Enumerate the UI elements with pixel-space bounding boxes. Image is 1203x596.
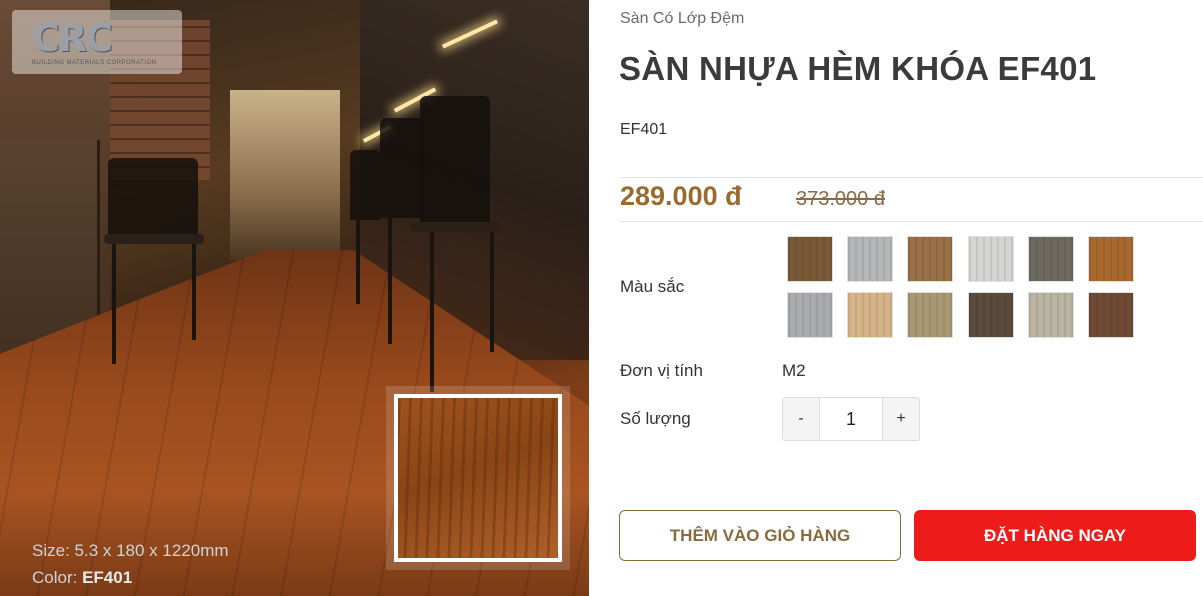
image-caption-color: Color: EF401 — [32, 568, 132, 588]
image-bar-stool-leg — [490, 232, 494, 352]
color-swatch-natural-maple[interactable] — [847, 292, 893, 338]
color-swatch-honey-oak[interactable] — [1088, 236, 1134, 282]
texture-swatch-overlay — [386, 386, 570, 570]
product-image[interactable]: CRC BUILDING MATERIALS CORPORATION Size:… — [0, 0, 589, 596]
image-caption-size: Size: 5.3 x 180 x 1220mm — [32, 541, 229, 560]
divider — [620, 177, 1203, 178]
unit-value: M2 — [782, 361, 806, 380]
color-swatch-rustic-brown[interactable] — [1088, 292, 1134, 338]
unit-label: Đơn vị tính — [620, 361, 703, 380]
price-current: 289.000 đ — [620, 181, 742, 211]
product-title: SÀN NHỰA HÈM KHÓA EF401 — [619, 50, 1097, 87]
color-swatch-grey-striped[interactable] — [787, 292, 833, 338]
product-sku: EF401 — [620, 121, 668, 138]
order-now-button[interactable]: ĐẶT HÀNG NGAY — [914, 510, 1196, 561]
color-swatch-walnut-brown[interactable] — [787, 236, 833, 282]
image-chair-seat — [104, 234, 204, 244]
color-swatch-white-grey[interactable] — [968, 236, 1014, 282]
quantity-label: Số lượng — [620, 409, 691, 428]
divider — [620, 221, 1203, 222]
image-bar-stool-leg — [388, 214, 392, 344]
image-caption-color-label: Color: — [32, 568, 83, 587]
quantity-increase-button[interactable]: + — [882, 398, 919, 440]
color-swatch-beige-oak[interactable] — [907, 292, 953, 338]
add-to-cart-button[interactable]: THÊM VÀO GIỎ HÀNG — [619, 510, 901, 561]
quantity-input[interactable] — [820, 398, 882, 440]
image-bar-stool — [420, 96, 490, 226]
image-chair — [108, 158, 198, 238]
image-bar-stool — [380, 118, 424, 218]
image-chair-leg — [192, 244, 196, 340]
quantity-decrease-button[interactable]: - — [783, 398, 820, 440]
image-bar-stool-leg — [430, 232, 434, 392]
color-swatch-pale-ash[interactable] — [1028, 292, 1074, 338]
image-bar-stool-leg — [356, 214, 360, 304]
color-swatch-light-grey[interactable] — [847, 236, 893, 282]
color-swatch-dark-grey-oak[interactable] — [1028, 236, 1074, 282]
image-bar-stool — [350, 150, 380, 220]
quantity-stepper: - + — [782, 397, 920, 441]
texture-swatch — [394, 394, 562, 562]
image-corridor — [230, 90, 340, 260]
brand-logo[interactable]: CRC BUILDING MATERIALS CORPORATION — [12, 10, 182, 74]
image-caption-color-value: EF401 — [82, 568, 133, 587]
image-bar-stool-seat — [410, 222, 500, 232]
color-swatch-dark-walnut[interactable] — [968, 292, 1014, 338]
logo-mark: CRC — [32, 16, 113, 60]
color-swatch-striped-oak[interactable] — [907, 236, 953, 282]
logo-tagline: BUILDING MATERIALS CORPORATION — [32, 60, 157, 66]
price-old: 373.000 đ — [796, 188, 885, 210]
color-swatch-grid — [787, 236, 1137, 338]
image-chair-leg — [112, 244, 116, 364]
category-breadcrumb[interactable]: Sàn Có Lớp Đệm — [620, 10, 744, 28]
color-label: Màu sắc — [620, 277, 685, 296]
